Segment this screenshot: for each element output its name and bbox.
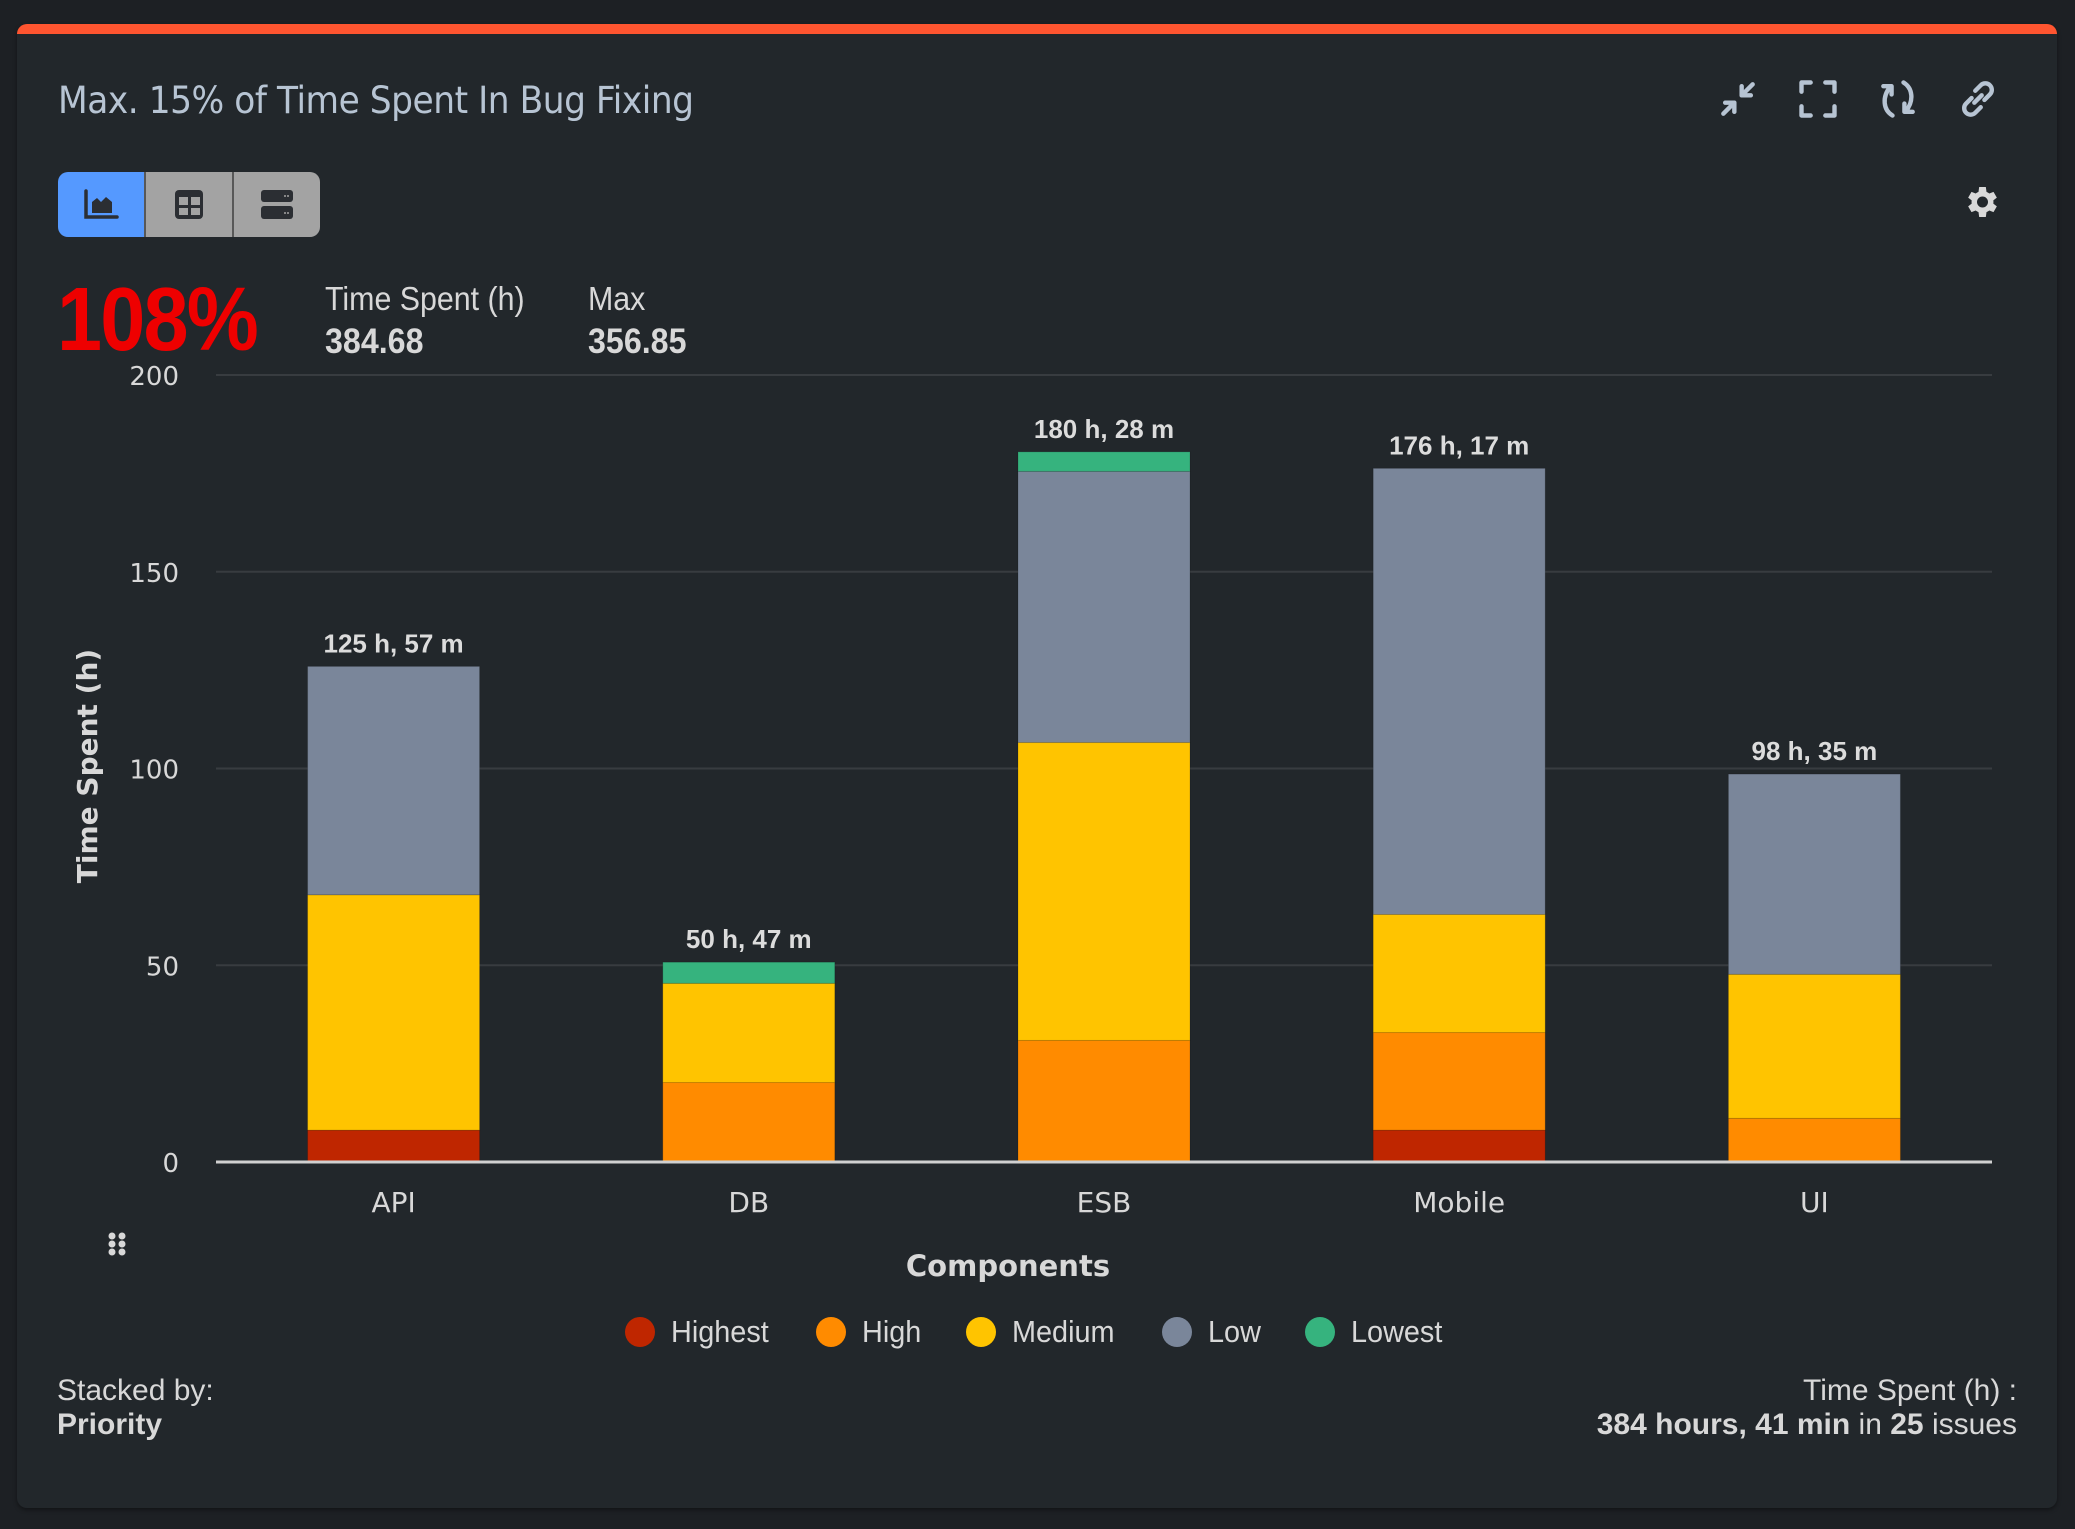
- bar-segment-mobile-highest[interactable]: [1372, 1129, 1546, 1163]
- summary-info: Time Spent (h) : 384 hours, 41 min in 25…: [1597, 1374, 2017, 1442]
- summary-count: 25: [1890, 1408, 1924, 1441]
- legend-label: Medium: [1011, 1314, 1115, 1349]
- legend-swatch: [1162, 1317, 1193, 1347]
- stacked-by-label: Stacked by:: [57, 1374, 214, 1407]
- stacked-by-info: Stacked by: Priority: [57, 1374, 214, 1442]
- stacked-by-value: Priority: [57, 1408, 163, 1441]
- legend-label: High: [861, 1314, 922, 1349]
- bar-segment-ui-high[interactable]: [1727, 1117, 1901, 1163]
- bar-segment-mobile-high[interactable]: [1372, 1032, 1546, 1131]
- bar-segment-api-low[interactable]: [307, 665, 481, 896]
- bar-segment-ui-low[interactable]: [1727, 773, 1901, 975]
- bar-total-label: 176 h, 17 m: [1389, 430, 1529, 460]
- legend-item-lowest[interactable]: Lowest: [1304, 1314, 1449, 1350]
- y-tick-label: 50: [146, 952, 179, 982]
- bars: [307, 451, 1901, 1163]
- y-tick-label: 0: [162, 1149, 179, 1179]
- bar-total-label: 180 h, 28 m: [1034, 414, 1174, 444]
- legend-item-medium[interactable]: Medium: [965, 1314, 1122, 1350]
- bar-segment-api-medium[interactable]: [307, 894, 481, 1131]
- bar-segment-mobile-low[interactable]: [1372, 467, 1546, 915]
- bar-segment-esb-high[interactable]: [1017, 1039, 1191, 1163]
- bar-segment-mobile-medium[interactable]: [1372, 913, 1546, 1034]
- y-axis-title: Time Spent (h): [71, 649, 104, 883]
- y-tick-label: 200: [129, 362, 179, 392]
- legend-item-high[interactable]: High: [815, 1314, 926, 1350]
- legend-swatch: [624, 1317, 655, 1347]
- bar-total-label: 125 h, 57 m: [323, 628, 463, 658]
- x-tick-label: ESB: [1077, 1186, 1132, 1219]
- x-tick-label: API: [371, 1186, 415, 1219]
- bar-segment-esb-low[interactable]: [1017, 470, 1191, 744]
- bar-segment-db-lowest[interactable]: [662, 961, 836, 984]
- bar-segment-esb-medium[interactable]: [1017, 742, 1191, 1041]
- legend-item-highest[interactable]: Highest: [624, 1314, 776, 1350]
- y-tick-label: 150: [129, 559, 179, 589]
- legend-swatch: [815, 1317, 846, 1347]
- stacked-bar-chart: 0 50 100 150 200 125 h, 57 m API 50 h, 47 m DB 18…: [71, 362, 1992, 1283]
- chart-legend: Highest High Medium Low Lowest: [17, 1314, 2057, 1350]
- legend-swatch: [1304, 1317, 1335, 1347]
- x-tick-label: Mobile: [1413, 1186, 1505, 1219]
- legend-item-low[interactable]: Low: [1162, 1314, 1265, 1350]
- summary-in: in: [1858, 1408, 1882, 1441]
- bar-segment-db-medium[interactable]: [662, 982, 836, 1084]
- legend-label: Highest: [670, 1314, 769, 1349]
- bar-total-label: 50 h, 47 m: [686, 924, 812, 954]
- x-tick-label: UI: [1800, 1186, 1829, 1219]
- bar-segment-esb-lowest[interactable]: [1017, 451, 1191, 472]
- legend-label: Lowest: [1350, 1314, 1443, 1349]
- bar-segment-db-high[interactable]: [662, 1082, 836, 1163]
- summary-label: Time Spent (h) :: [1803, 1374, 2017, 1407]
- drag-handle-icon[interactable]: [107, 1231, 127, 1257]
- dashboard-gadget: Max. 15% of Time Spent In Bug Fixing 108…: [17, 24, 2057, 1508]
- summary-issues: issues: [1931, 1408, 2017, 1441]
- x-tick-label: DB: [728, 1186, 769, 1219]
- legend-swatch: [965, 1317, 996, 1347]
- bar-segment-ui-medium[interactable]: [1727, 973, 1901, 1119]
- x-axis-title: Components: [906, 1249, 1110, 1283]
- legend-label: Low: [1208, 1314, 1261, 1349]
- summary-hours: 384 hours, 41 min: [1596, 1408, 1851, 1441]
- bar-total-label: 98 h, 35 m: [1752, 736, 1878, 766]
- bar-segment-api-highest[interactable]: [307, 1129, 481, 1163]
- y-tick-label: 100: [129, 756, 179, 786]
